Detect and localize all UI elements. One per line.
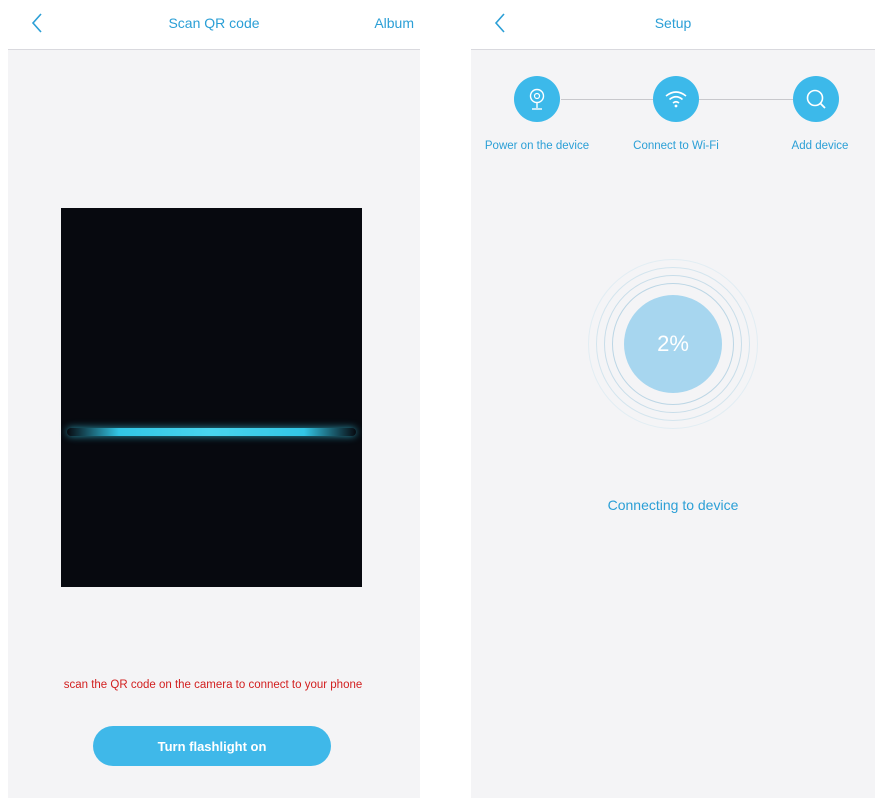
setup-header: Setup <box>471 0 875 50</box>
scan-instruction: scan the QR code on the camera to connec… <box>63 679 363 691</box>
qr-scan-viewfinder <box>61 208 362 587</box>
scan-header: Scan QR code Album <box>8 0 420 50</box>
step-label-power-on: Power on the device <box>484 140 590 152</box>
step-connector <box>697 99 793 100</box>
progress-indicator: 2% <box>588 259 758 429</box>
step-power-on <box>514 76 560 122</box>
step-connector <box>561 99 653 100</box>
step-label-connect-wifi: Connect to Wi-Fi <box>633 140 719 152</box>
connection-status: Connecting to device <box>607 497 739 513</box>
progress-percent: 2% <box>624 295 722 393</box>
step-label-add-device: Add device <box>791 140 849 152</box>
album-button[interactable]: Album <box>374 15 414 31</box>
page-title: Scan QR code <box>168 15 260 31</box>
scan-line <box>67 428 356 436</box>
search-icon <box>806 89 826 109</box>
wifi-icon <box>665 91 687 108</box>
page-title: Setup <box>654 15 692 31</box>
scan-qr-screen: Scan QR code Album scan the QR code on t… <box>8 0 420 798</box>
flashlight-button[interactable]: Turn flashlight on <box>93 726 331 766</box>
setup-steps: Power on the device Connect to Wi-Fi Add… <box>471 72 875 182</box>
step-connect-wifi <box>653 76 699 122</box>
step-add-device <box>793 76 839 122</box>
setup-screen: Setup Power on the device Connect to Wi-… <box>471 0 875 798</box>
power-plug-icon <box>529 88 545 110</box>
